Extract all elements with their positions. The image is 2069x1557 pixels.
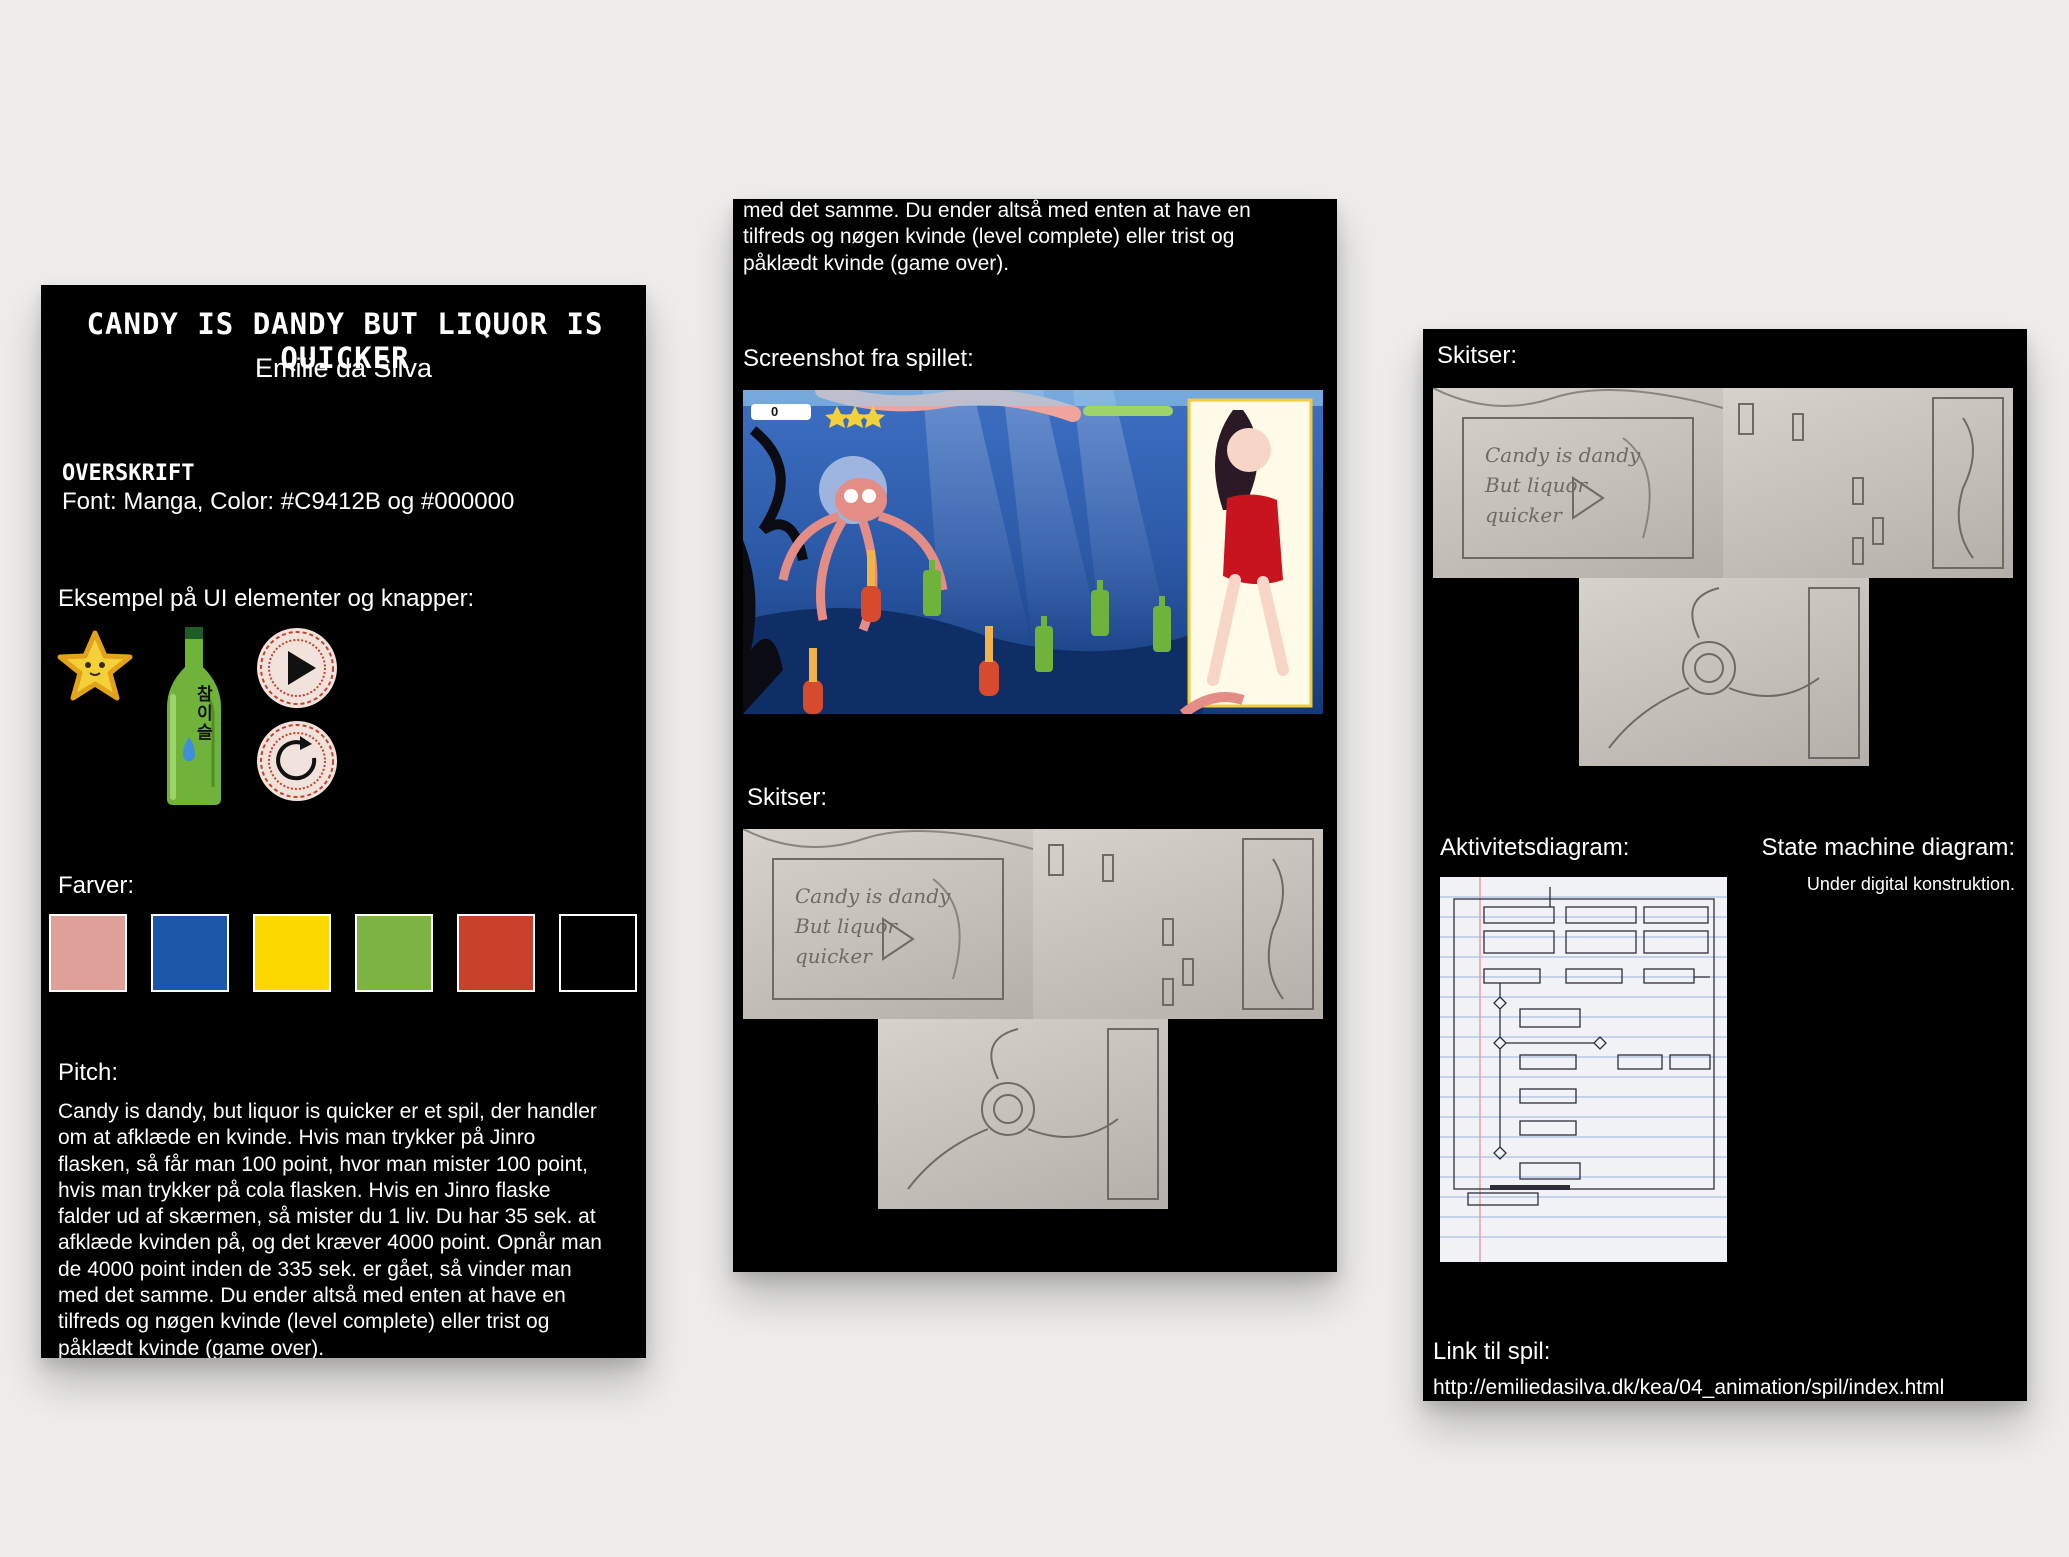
sketch-title-screen: Candy is dandy But liquor quicker xyxy=(743,829,1033,1019)
pitch-line: de 4000 point inden de 335 sek. er gået,… xyxy=(58,1257,572,1281)
pitch-line: flasken, så får man 100 point, hvor man … xyxy=(58,1152,588,1176)
sketch-octopus xyxy=(1579,578,1869,766)
heading-label: Overskrift xyxy=(62,461,195,486)
color-swatch-red xyxy=(457,914,535,992)
info-panel-right: Skitser: Candy is dandy But liquor quick… xyxy=(1423,329,2027,1401)
pitch-line: påklædt kvinde (game over). xyxy=(58,1336,325,1358)
info-panel-middle: med det samme. Du ender altså med enten … xyxy=(733,199,1337,1272)
activity-diagram-label: Aktivitetsdiagram: xyxy=(1440,834,1630,861)
bottle-label: 참이슬 xyxy=(197,685,213,742)
pitch-line: med det samme. Du ender altså med enten … xyxy=(58,1284,566,1308)
pitch-line: Candy is dandy, but liquor is quicker er… xyxy=(58,1100,597,1123)
pitch-continuation: med det samme. Du ender altså med enten … xyxy=(743,199,1333,277)
game-link[interactable]: http://emiliedasilva.dk/kea/04_animation… xyxy=(1433,1375,1944,1401)
game-link-label: Link til spil: xyxy=(1433,1338,1551,1365)
state-machine-label: State machine diagram: xyxy=(1761,834,2015,861)
sketch-title-screen: Candy is dandy But liquor quicker xyxy=(1433,388,1723,578)
ui-elements-label: Eksempel på UI elementer og knapper: xyxy=(58,585,475,612)
sketch-caption: But liquor xyxy=(795,914,898,938)
play-icon xyxy=(257,628,337,708)
pitch-line: med det samme. Du ender altså med enten … xyxy=(743,199,1251,222)
sketches-label: Skitser: xyxy=(1437,342,1518,369)
pitch-line: hvis man trykker på cola flasken. Hvis e… xyxy=(58,1178,551,1202)
pitch-label: Pitch: xyxy=(58,1059,119,1086)
color-swatch-black xyxy=(559,914,637,992)
info-panel-left: Candy is dandy but liquor is quicker Emi… xyxy=(41,285,646,1358)
pitch-line: tilfreds og nøgen kvinde (level complete… xyxy=(58,1310,550,1334)
sketch-game-screen xyxy=(1723,388,2013,578)
screenshot-label: Screenshot fra spillet: xyxy=(743,345,974,372)
activity-diagram-photo xyxy=(1440,877,1727,1262)
author-name: Emilie da Silva xyxy=(254,353,433,383)
pitch-text: Candy is dandy, but liquor is quicker er… xyxy=(58,1099,643,1358)
sketches-label: Skitser: xyxy=(747,784,828,811)
sketch-caption: quicker xyxy=(1485,503,1562,527)
sketch-caption: quicker xyxy=(795,944,872,968)
score-value: 0 xyxy=(771,404,779,419)
pitch-line: afklæde kvinden på, og det kræver 4000 p… xyxy=(58,1231,602,1255)
state-machine-note: Under digital konstruktion. xyxy=(1806,874,2015,894)
game-screenshot: 0 xyxy=(743,390,1323,714)
pitch-line: tilfreds og nøgen kvinde (level complete… xyxy=(743,225,1235,249)
pitch-line: om at afklæde en kvinde. Hvis man trykke… xyxy=(58,1126,536,1150)
play-button[interactable] xyxy=(256,627,338,709)
color-swatch-blue xyxy=(151,914,229,992)
color-swatch-green xyxy=(355,914,433,992)
pitch-line: falder ud af skærmen, så mister du 1 liv… xyxy=(58,1205,596,1229)
color-swatch-yellow xyxy=(253,914,331,992)
sketch-octopus xyxy=(878,1019,1168,1209)
pitch-line: påklædt kvinde (game over). xyxy=(743,251,1010,275)
font-spec: Font: Manga, Color: #C9412B og #000000 xyxy=(62,488,515,515)
restart-button[interactable] xyxy=(256,720,338,802)
sketch-caption: Candy is dandy xyxy=(1485,443,1641,467)
star-icon xyxy=(55,627,135,707)
sketch-caption: But liquor xyxy=(1485,473,1588,497)
color-swatch-pink xyxy=(49,914,127,992)
sketch-caption: Candy is dandy xyxy=(795,884,951,908)
colors-label: Farver: xyxy=(58,872,135,899)
soju-bottle-icon: 참이슬 xyxy=(159,627,229,807)
restart-icon xyxy=(257,721,337,801)
sketch-game-screen xyxy=(1033,829,1323,1019)
